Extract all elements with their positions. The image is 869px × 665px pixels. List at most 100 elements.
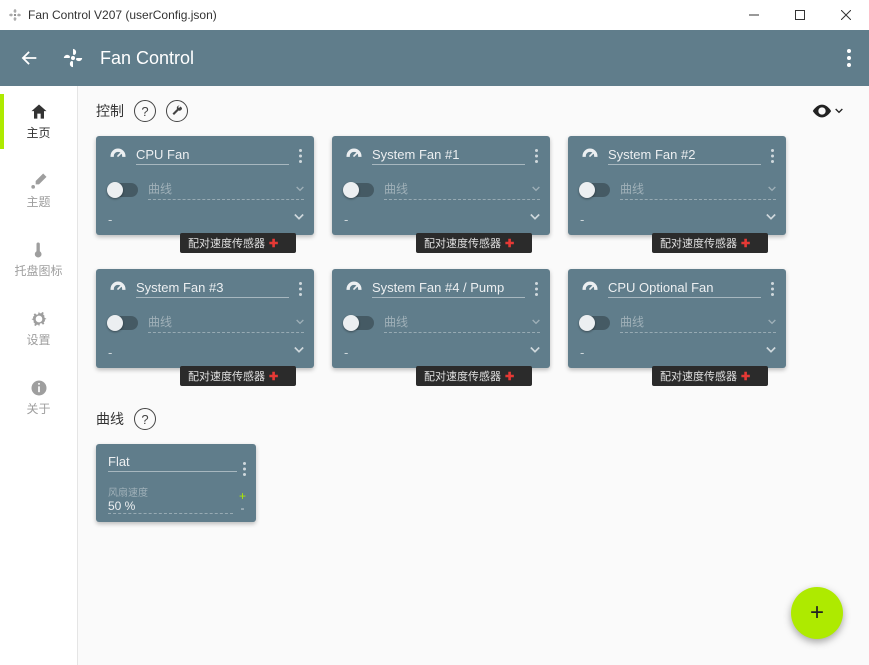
card-menu-button[interactable] <box>533 282 540 296</box>
fan-enable-toggle[interactable] <box>344 183 374 197</box>
chevron-down-icon <box>768 318 776 326</box>
sidebar-item-label: 关于 <box>26 400 50 417</box>
curve-select[interactable]: 曲线 <box>620 313 776 333</box>
fan-cards-grid: CPU Fan 曲线 - 配对速度传感器 ✚ <box>96 136 851 368</box>
fan-name-input[interactable]: CPU Optional Fan <box>608 280 761 298</box>
curve-select[interactable]: 曲线 <box>148 313 304 333</box>
fan-enable-toggle[interactable] <box>580 183 610 197</box>
plus-icon: ✚ <box>505 237 514 250</box>
help-icon: ? <box>141 412 148 427</box>
card-expand-button[interactable] <box>294 345 304 360</box>
sensor-chip-label: 配对速度传感器 <box>188 235 265 251</box>
card-expand-button[interactable] <box>530 212 540 227</box>
sensor-chip-label: 配对速度传感器 <box>660 368 737 384</box>
window-close-button[interactable] <box>823 0 869 30</box>
fan-name-input[interactable]: System Fan #2 <box>608 147 761 165</box>
sensor-pair-chip[interactable]: 配对速度传感器 ✚ <box>652 233 768 253</box>
plus-icon: ✚ <box>505 370 514 383</box>
card-expand-button[interactable] <box>766 345 776 360</box>
help-button[interactable]: ? <box>134 408 156 430</box>
curve-speed-value[interactable]: 50 % <box>108 499 135 513</box>
sidebar: 主页 主题 托盘图标 设置 关于 <box>0 86 78 665</box>
fan-speed-value: - <box>108 212 112 227</box>
card-menu-button[interactable] <box>297 282 304 296</box>
curve-select-label: 曲线 <box>620 313 644 330</box>
fan-card: System Fan #3 曲线 - 配对速度传感器✚ <box>96 269 314 368</box>
card-menu-button[interactable] <box>297 149 304 163</box>
sidebar-item-settings[interactable]: 设置 <box>0 301 78 356</box>
chevron-down-icon <box>296 318 304 326</box>
gear-icon <box>29 309 49 329</box>
fan-name-input[interactable]: System Fan #3 <box>136 280 289 298</box>
curve-select[interactable]: 曲线 <box>384 180 540 200</box>
fan-name-input[interactable]: System Fan #1 <box>372 147 525 165</box>
sensor-pair-chip[interactable]: 配对速度传感器 ✚ <box>180 233 296 253</box>
back-button[interactable] <box>18 47 40 69</box>
sensor-pair-chip[interactable]: 配对速度传感器 ✚ <box>180 366 296 386</box>
sensor-chip-label: 配对速度传感器 <box>660 235 737 251</box>
curve-select[interactable]: 曲线 <box>620 180 776 200</box>
plus-icon: + <box>810 599 824 627</box>
sensor-pair-chip[interactable]: 配对速度传感器 ✚ <box>652 366 768 386</box>
fan-name-input[interactable]: System Fan #4 / Pump <box>372 280 525 298</box>
fan-speed-label: 风扇速度 <box>108 484 233 499</box>
card-menu-button[interactable] <box>533 149 540 163</box>
settings-wrench-button[interactable] <box>166 100 188 122</box>
gauge-icon <box>344 279 364 299</box>
curve-select-label: 曲线 <box>384 313 408 330</box>
fan-name-input[interactable]: CPU Fan <box>136 147 289 165</box>
section-header-control: 控制 ? <box>96 100 851 122</box>
sidebar-item-tray[interactable]: 托盘图标 <box>0 232 78 287</box>
fan-speed-value: - <box>580 212 584 227</box>
header-menu-button[interactable] <box>847 49 851 67</box>
plus-icon: ✚ <box>741 370 750 383</box>
fan-card: System Fan #4 / Pump 曲线 - 配对速度传感器✚ <box>332 269 550 368</box>
visibility-toggle-button[interactable] <box>811 100 843 122</box>
window-minimize-button[interactable] <box>731 0 777 30</box>
fan-card: System Fan #2 曲线 - 配对速度传感器✚ <box>568 136 786 235</box>
sensor-chip-label: 配对速度传感器 <box>424 235 501 251</box>
plus-icon: ✚ <box>741 237 750 250</box>
curve-select[interactable]: 曲线 <box>148 180 304 200</box>
add-fab-button[interactable]: + <box>791 587 843 639</box>
sidebar-item-home[interactable]: 主页 <box>0 94 78 149</box>
gauge-icon <box>108 279 128 299</box>
card-expand-button[interactable] <box>294 212 304 227</box>
home-icon <box>29 102 49 122</box>
sensor-chip-label: 配对速度传感器 <box>188 368 265 384</box>
curve-select-label: 曲线 <box>148 313 172 330</box>
plus-icon: ✚ <box>269 370 278 383</box>
fan-enable-toggle[interactable] <box>108 183 138 197</box>
fan-speed-value: - <box>108 345 112 360</box>
sidebar-item-label: 主页 <box>26 124 50 141</box>
paint-icon <box>29 171 49 191</box>
app-icon <box>8 8 22 22</box>
help-button[interactable]: ? <box>134 100 156 122</box>
gauge-icon <box>580 279 600 299</box>
fan-enable-toggle[interactable] <box>344 316 374 330</box>
sidebar-item-about[interactable]: 关于 <box>0 370 78 425</box>
sensor-pair-chip[interactable]: 配对速度传感器✚ <box>416 366 532 386</box>
app-header: Fan Control <box>0 30 869 86</box>
section-label: 曲线 <box>96 409 124 429</box>
card-expand-button[interactable] <box>530 345 540 360</box>
sidebar-item-theme[interactable]: 主题 <box>0 163 78 218</box>
card-menu-button[interactable] <box>769 149 776 163</box>
curve-select[interactable]: 曲线 <box>384 313 540 333</box>
curve-select-label: 曲线 <box>620 180 644 197</box>
fan-enable-toggle[interactable] <box>580 316 610 330</box>
fan-enable-toggle[interactable] <box>108 316 138 330</box>
card-expand-button[interactable] <box>766 212 776 227</box>
decrease-button[interactable]: - <box>240 502 244 514</box>
curve-name-input[interactable]: Flat <box>108 454 237 472</box>
card-menu-button[interactable] <box>243 462 246 476</box>
thermometer-icon <box>29 240 49 260</box>
window-titlebar: Fan Control V207 (userConfig.json) <box>0 0 869 30</box>
gauge-icon <box>344 146 364 166</box>
window-maximize-button[interactable] <box>777 0 823 30</box>
card-menu-button[interactable] <box>769 282 776 296</box>
sensor-pair-chip[interactable]: 配对速度传感器 ✚ <box>416 233 532 253</box>
curve-select-label: 曲线 <box>384 180 408 197</box>
curve-select-label: 曲线 <box>148 180 172 197</box>
fan-speed-value: - <box>344 345 348 360</box>
